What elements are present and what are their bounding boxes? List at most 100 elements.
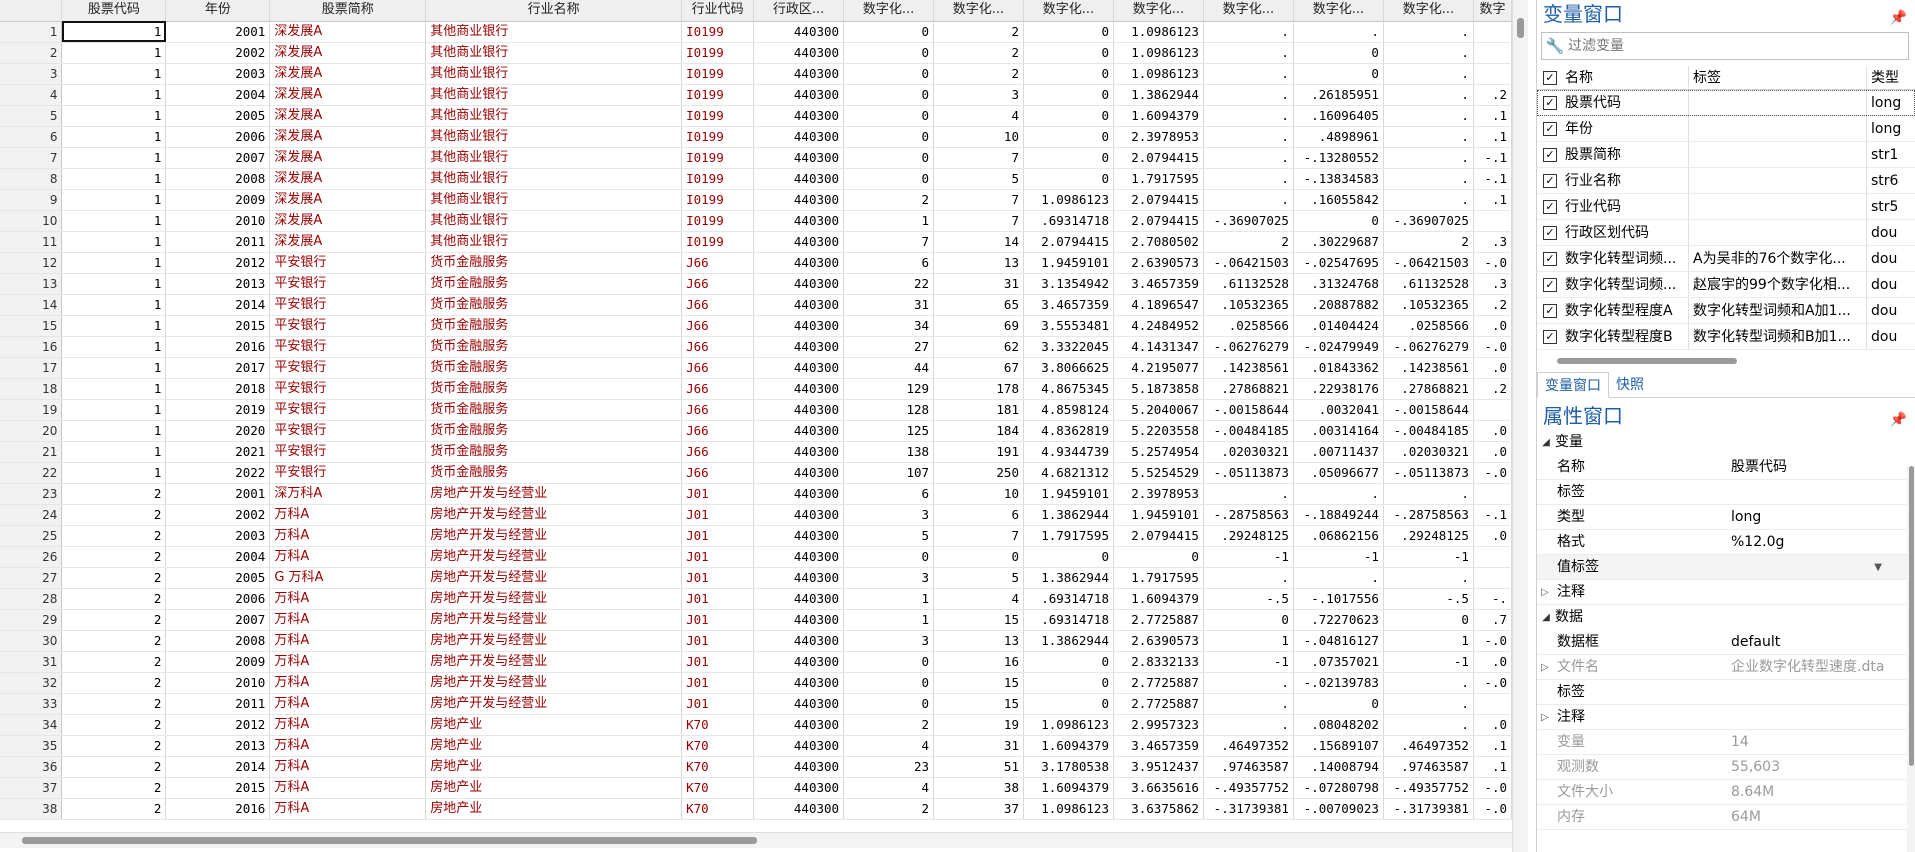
grid-cell[interactable]: .97463587: [1383, 756, 1474, 778]
grid-cell[interactable]: 440300: [753, 378, 845, 400]
grid-cell[interactable]: 3.4657359: [1113, 735, 1204, 757]
row-number[interactable]: 30: [0, 630, 63, 652]
grid-cell[interactable]: 440300: [753, 399, 845, 421]
grid-cell[interactable]: 2.7080502: [1113, 231, 1204, 253]
grid-cell[interactable]: 440300: [753, 777, 845, 799]
grid-cell[interactable]: 深发展A: [269, 126, 427, 148]
grid-cell[interactable]: 4.1431347: [1113, 336, 1204, 358]
grid-cell[interactable]: 0: [1293, 42, 1384, 64]
grid-cell[interactable]: 货币金融服务: [425, 441, 683, 463]
row-number[interactable]: 34: [0, 714, 63, 736]
header-type[interactable]: 类型: [1867, 66, 1915, 89]
grid-cell[interactable]: 1.7917595: [1113, 567, 1204, 589]
grid-cell[interactable]: 2: [843, 189, 935, 211]
grid-cell[interactable]: 2.3978953: [1113, 126, 1204, 148]
grid-cell[interactable]: 2005: [165, 105, 271, 127]
grid-cell[interactable]: 69: [933, 315, 1024, 337]
grid-cell[interactable]: J66: [681, 420, 755, 442]
row-number[interactable]: 22: [0, 462, 63, 484]
grid-cell[interactable]: 440300: [753, 756, 845, 778]
grid-cell[interactable]: 深发展A: [269, 147, 427, 169]
grid-cell[interactable]: 440300: [753, 273, 845, 295]
property-value[interactable]: %12.0g: [1727, 530, 1912, 554]
row-number[interactable]: 3: [0, 63, 63, 85]
grid-cell[interactable]: .0: [1473, 714, 1512, 736]
grid-cell[interactable]: 2015: [165, 777, 271, 799]
grid-cell[interactable]: 2006: [165, 126, 271, 148]
grid-cell[interactable]: -.00158644: [1383, 399, 1474, 421]
data-grid[interactable]: 股票代码 年份 股票简称 行业名称 行业代码 行政区... 数字化... 数字化... 数字化.…: [0, 0, 1512, 852]
grid-cell[interactable]: 2014: [165, 294, 271, 316]
grid-cell[interactable]: 250: [933, 462, 1024, 484]
grid-cell[interactable]: 5.2203558: [1113, 420, 1204, 442]
grid-cell[interactable]: 15: [933, 693, 1024, 715]
grid-cell[interactable]: .: [1203, 84, 1294, 106]
grid-cell[interactable]: 万科A: [269, 525, 427, 547]
property-value[interactable]: long: [1727, 505, 1912, 529]
grid-cell[interactable]: .: [1203, 714, 1294, 736]
grid-cell[interactable]: I0199: [681, 63, 755, 85]
grid-cell[interactable]: -1: [1383, 546, 1474, 568]
grid-cell[interactable]: 房地产业: [425, 777, 683, 799]
grid-cell[interactable]: -.0: [1473, 252, 1512, 274]
column-header[interactable]: 股票简称: [269, 0, 427, 22]
variable-checkbox[interactable]: ✓: [1537, 324, 1563, 349]
grid-cell[interactable]: 440300: [753, 420, 845, 442]
grid-cell[interactable]: 3.8066625: [1023, 357, 1114, 379]
select-all-checkbox[interactable]: ✓: [1537, 66, 1563, 89]
property-row[interactable]: 名称 股票代码: [1537, 455, 1915, 480]
column-header[interactable]: 股票代码: [61, 0, 167, 22]
row-number[interactable]: 17: [0, 357, 63, 379]
list-item[interactable]: ✓ 数字化转型程度B 数字化转型词频和B加1... dou: [1537, 324, 1915, 350]
grid-cell[interactable]: .: [1383, 168, 1474, 190]
grid-cell[interactable]: 2: [61, 735, 167, 757]
grid-cell[interactable]: 1: [61, 315, 167, 337]
grid-cell[interactable]: J66: [681, 378, 755, 400]
grid-cell[interactable]: 2013: [165, 735, 271, 757]
grid-cell[interactable]: [1473, 210, 1512, 232]
column-header[interactable]: 数字化...: [1383, 0, 1474, 22]
grid-cell[interactable]: -.1017556: [1293, 588, 1384, 610]
row-number[interactable]: 5: [0, 105, 63, 127]
grid-cell[interactable]: 2.3978953: [1113, 483, 1204, 505]
grid-cell[interactable]: 16: [933, 651, 1024, 673]
grid-cell[interactable]: 4.8675345: [1023, 378, 1114, 400]
grid-cell[interactable]: 0: [843, 42, 935, 64]
grid-cell[interactable]: 3: [843, 504, 935, 526]
grid-cell[interactable]: 2.8332133: [1113, 651, 1204, 673]
grid-cell[interactable]: 0: [843, 168, 935, 190]
list-item[interactable]: ✓ 数字化转型词频... A为吴非的76个数字化... dou: [1537, 246, 1915, 272]
variable-checkbox[interactable]: ✓: [1537, 90, 1563, 115]
variables-horizontal-scrollbar[interactable]: [1557, 356, 1915, 366]
grid-cell[interactable]: 0: [1293, 63, 1384, 85]
grid-cell[interactable]: 房地产开发与经营业: [425, 693, 683, 715]
grid-corner[interactable]: [0, 0, 63, 22]
grid-cell[interactable]: 7: [843, 231, 935, 253]
grid-cell[interactable]: 10: [933, 483, 1024, 505]
grid-cell[interactable]: 平安银行: [269, 294, 427, 316]
grid-cell[interactable]: -.36907025: [1383, 210, 1474, 232]
filter-variables-input[interactable]: [1568, 38, 1888, 54]
column-header[interactable]: 年份: [165, 0, 271, 22]
grid-cell[interactable]: 2: [61, 756, 167, 778]
grid-cell[interactable]: 2010: [165, 210, 271, 232]
column-header[interactable]: 数字化...: [1203, 0, 1294, 22]
row-number[interactable]: 16: [0, 336, 63, 358]
grid-cell[interactable]: 0: [843, 63, 935, 85]
grid-cell[interactable]: 440300: [753, 609, 845, 631]
grid-cell[interactable]: -.0: [1473, 336, 1512, 358]
grid-cell[interactable]: .29248125: [1203, 525, 1294, 547]
grid-cell[interactable]: 4: [843, 777, 935, 799]
grid-cell[interactable]: 2011: [165, 231, 271, 253]
grid-cell[interactable]: 深发展A: [269, 42, 427, 64]
grid-cell[interactable]: 2012: [165, 252, 271, 274]
row-number[interactable]: 15: [0, 315, 63, 337]
grid-cell[interactable]: 2.7725887: [1113, 672, 1204, 694]
grid-cell[interactable]: .16096405: [1293, 105, 1384, 127]
grid-cell[interactable]: 5: [933, 567, 1024, 589]
grid-cell[interactable]: 2: [61, 567, 167, 589]
row-number[interactable]: 32: [0, 672, 63, 694]
row-number[interactable]: 2: [0, 42, 63, 64]
grid-cell[interactable]: 2017: [165, 357, 271, 379]
grid-cell[interactable]: 440300: [753, 735, 845, 757]
